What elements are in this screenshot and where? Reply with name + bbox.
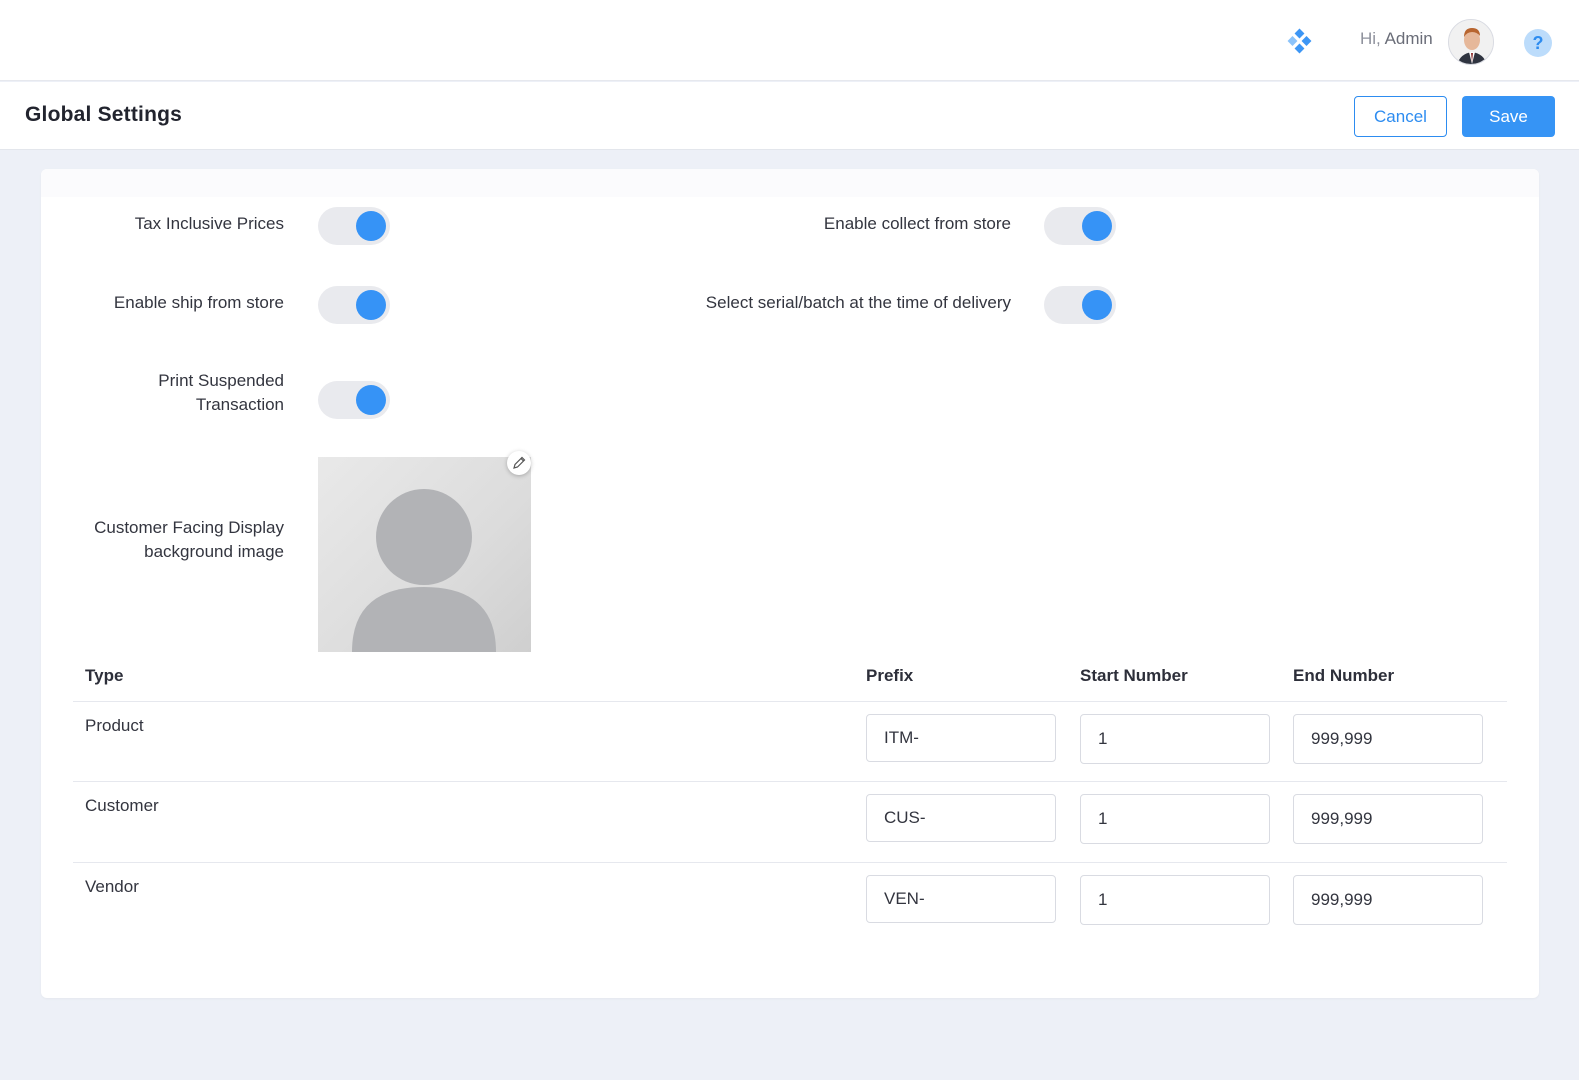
user-name: Admin	[1384, 29, 1433, 48]
apps-icon[interactable]	[1286, 28, 1314, 56]
prefix-input-product[interactable]	[866, 714, 1056, 762]
print-suspended-toggle[interactable]	[318, 381, 390, 419]
end-number-input-product[interactable]	[1293, 714, 1483, 764]
cfd-image-label-line1: Customer Facing Display	[94, 518, 284, 537]
toggle-knob	[356, 211, 386, 241]
column-header-end-number: End Number	[1293, 666, 1395, 685]
save-button[interactable]: Save	[1462, 96, 1555, 137]
collect-from-store-label: Enable collect from store	[823, 214, 1011, 233]
type-cell-product: Product	[85, 716, 144, 735]
cfd-background-image[interactable]	[318, 457, 531, 652]
ship-from-store-label: Enable ship from store	[113, 293, 284, 312]
print-suspended-label: Print Suspended Transaction	[81, 369, 284, 417]
serial-batch-label: Select serial/batch at the time of deliv…	[705, 293, 1011, 312]
row-divider	[73, 781, 1507, 782]
page-title: Global Settings	[25, 103, 183, 126]
toggle-knob	[1082, 211, 1112, 241]
placeholder-person-icon	[352, 489, 496, 652]
serial-batch-toggle[interactable]	[1044, 286, 1116, 324]
tax-inclusive-label: Tax Inclusive Prices	[134, 214, 284, 233]
ship-from-store-toggle[interactable]	[318, 286, 390, 324]
cfd-image-label-line2: background image	[144, 542, 284, 561]
toggle-knob	[356, 385, 386, 415]
card-header-strip	[41, 169, 1539, 197]
cfd-image-label: Customer Facing Display background image	[61, 516, 284, 564]
toggle-knob	[356, 290, 386, 320]
avatar-image	[1449, 20, 1493, 64]
column-header-prefix: Prefix	[866, 666, 914, 685]
row-divider	[73, 862, 1507, 863]
avatar[interactable]	[1448, 19, 1494, 65]
row-divider	[73, 701, 1507, 702]
start-number-input-vendor[interactable]	[1080, 875, 1270, 925]
edit-image-button[interactable]	[507, 451, 531, 475]
help-icon[interactable]: ?	[1524, 29, 1552, 57]
prefix-input-customer[interactable]	[866, 794, 1056, 842]
settings-card: Tax Inclusive Prices Enable collect from…	[41, 169, 1539, 998]
tax-inclusive-toggle[interactable]	[318, 207, 390, 245]
page-header: Global Settings Cancel Save	[0, 82, 1579, 150]
top-bar: Hi, Admin ?	[0, 0, 1579, 81]
cancel-button[interactable]: Cancel	[1354, 96, 1447, 137]
end-number-input-customer[interactable]	[1293, 794, 1483, 844]
greeting-prefix: Hi,	[1360, 29, 1381, 48]
start-number-input-customer[interactable]	[1080, 794, 1270, 844]
column-header-type: Type	[85, 666, 124, 685]
prefix-input-vendor[interactable]	[866, 875, 1056, 923]
pencil-icon	[513, 456, 526, 469]
type-cell-customer: Customer	[85, 796, 159, 815]
collect-from-store-toggle[interactable]	[1044, 207, 1116, 245]
column-header-start-number: Start Number	[1080, 666, 1188, 685]
user-greeting: Hi, Admin	[1360, 29, 1433, 49]
toggle-knob	[1082, 290, 1112, 320]
print-suspended-label-line2: Transaction	[195, 395, 284, 414]
start-number-input-product[interactable]	[1080, 714, 1270, 764]
end-number-input-vendor[interactable]	[1293, 875, 1483, 925]
print-suspended-label-line1: Print Suspended	[158, 371, 284, 390]
type-cell-vendor: Vendor	[85, 877, 139, 896]
